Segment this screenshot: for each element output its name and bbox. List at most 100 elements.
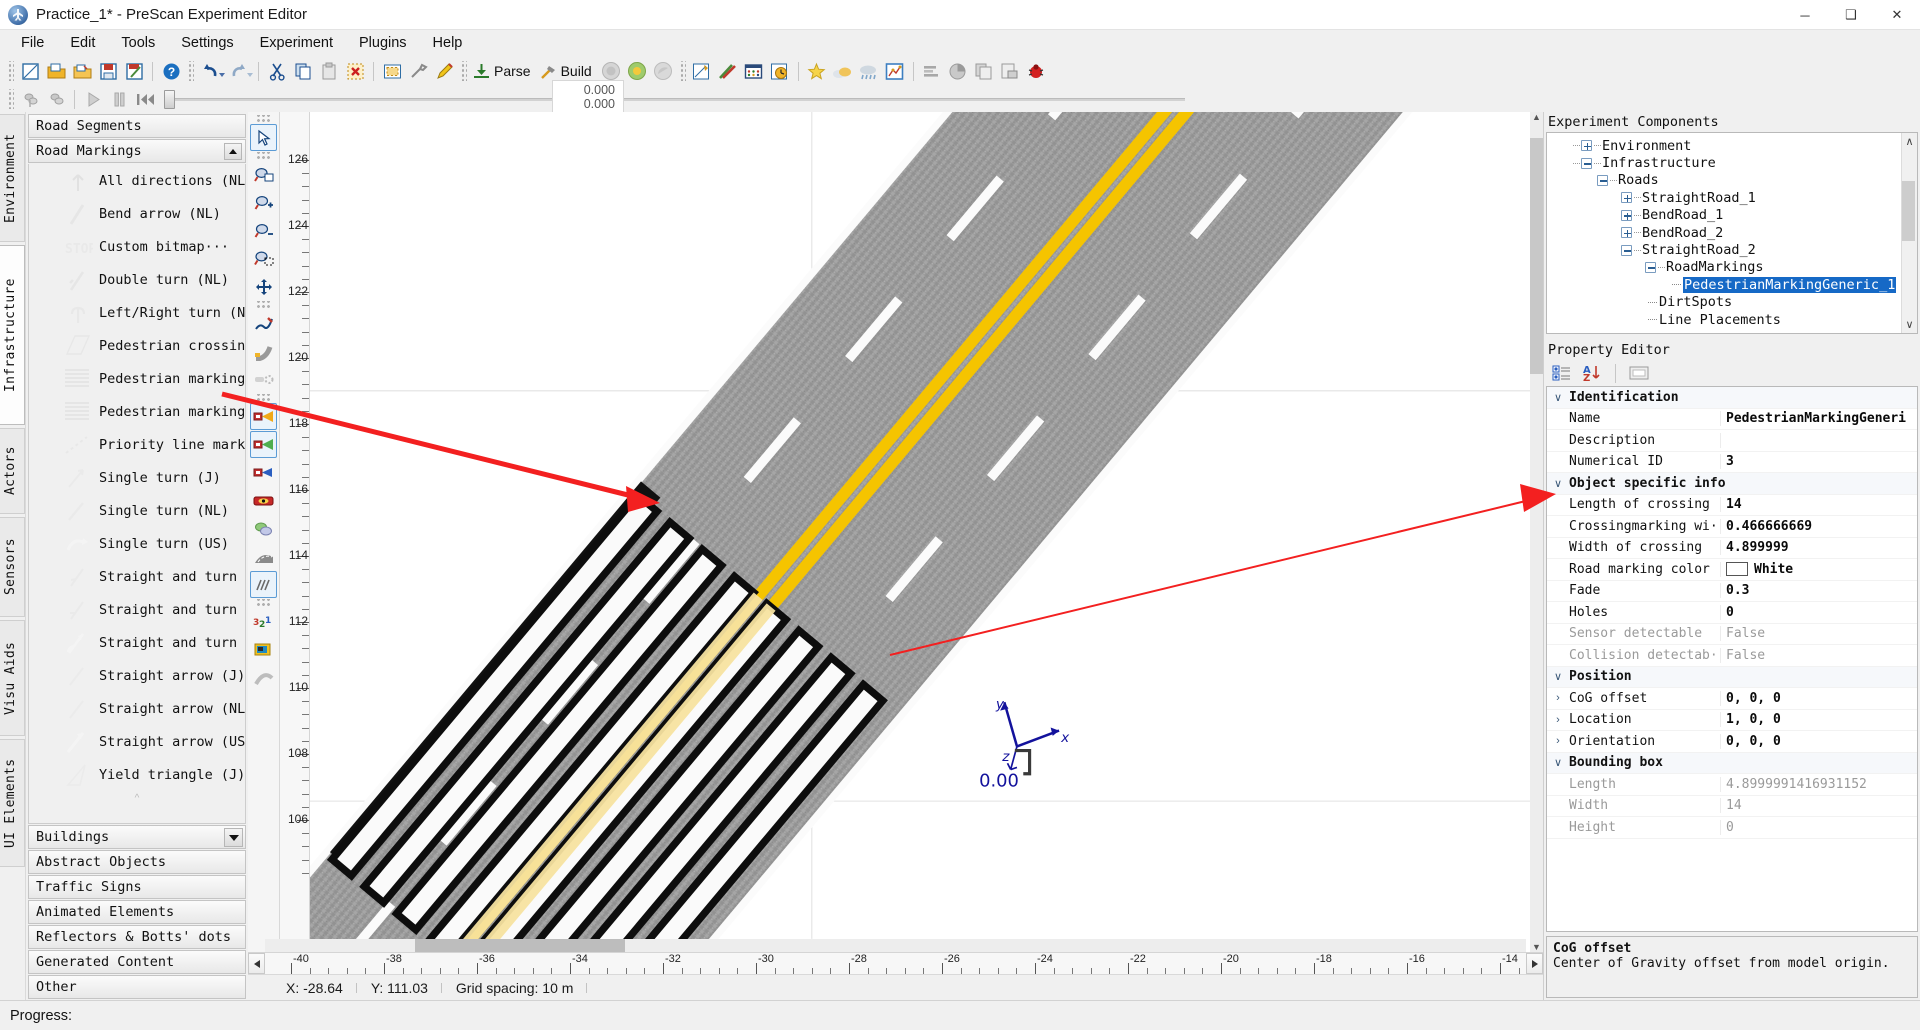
camera-sensor-icon[interactable]	[250, 403, 277, 430]
new-experiment-icon[interactable]	[17, 59, 43, 83]
experiment-components-tree[interactable]: Environment Infrastructure Roads Straigh…	[1546, 132, 1918, 334]
property-row-crossingmarking-width[interactable]: Crossingmarking wi· 0.466666669	[1547, 516, 1917, 538]
tree-node-line-placements[interactable]: Line Placements	[1547, 311, 1901, 328]
tree-node-roadmarkings[interactable]: RoadMarkings	[1547, 259, 1901, 276]
menu-plugins[interactable]: Plugins	[346, 32, 420, 54]
list-item[interactable]: STOPCustom bitmap···	[29, 230, 245, 263]
list-item[interactable]: Single turn (NL)	[29, 494, 245, 527]
cut-icon[interactable]	[264, 59, 290, 83]
property-row-holes[interactable]: Holes 0	[1547, 602, 1917, 624]
time-slider[interactable]	[164, 89, 1185, 109]
vehicle-icon[interactable]	[250, 487, 277, 514]
run-simulink-icon[interactable]	[624, 59, 650, 83]
table-icon[interactable]	[741, 59, 767, 83]
undo-icon[interactable]	[197, 59, 223, 83]
copy-icon[interactable]	[290, 59, 316, 83]
play-icon[interactable]	[80, 87, 106, 111]
curve-tool-icon[interactable]	[250, 664, 277, 691]
redo-icon[interactable]	[225, 59, 251, 83]
chevron-right-icon[interactable]: ›	[1547, 714, 1569, 726]
list-item[interactable]: Single turn (J)	[29, 461, 245, 494]
property-value[interactable]: 0.3	[1721, 583, 1917, 598]
debug-icon[interactable]	[1023, 59, 1049, 83]
experiment-canvas[interactable]: y x z 0.00 ▲ ▼	[310, 112, 1543, 952]
tree-scroll-thumb[interactable]	[1902, 181, 1915, 241]
chevron-down-icon[interactable]: ∨	[1547, 477, 1569, 490]
property-row-description[interactable]: Description	[1547, 430, 1917, 452]
plot-icon[interactable]	[882, 59, 908, 83]
property-value[interactable]: PedestrianMarkingGeneri	[1721, 411, 1917, 426]
edit-tools-icon[interactable]	[715, 59, 741, 83]
library-group-road-segments[interactable]: Road Segments	[28, 114, 246, 138]
layers-icon[interactable]	[250, 636, 277, 663]
property-group-object-specific-info[interactable]: ∨ Object specific info	[1547, 473, 1917, 495]
minimize-icon[interactable]: ─	[1782, 0, 1828, 30]
menu-file[interactable]: File	[8, 32, 57, 54]
list-item[interactable]: Single turn (US)	[29, 527, 245, 560]
open-folder-icon[interactable]	[69, 59, 95, 83]
tree-node-straightroad-2[interactable]: StraightRoad_2	[1547, 241, 1901, 258]
scroll-down-icon[interactable]: ▼	[1532, 942, 1541, 952]
delete-icon[interactable]	[342, 59, 368, 83]
rain-icon[interactable]	[856, 59, 882, 83]
property-row-length-of-crossing[interactable]: Length of crossing 14	[1547, 495, 1917, 516]
list-item[interactable]: Pedestrian crossing···	[29, 329, 245, 362]
cloud-icon[interactable]	[830, 59, 856, 83]
zoom-out-icon[interactable]	[250, 217, 277, 244]
library-category-reflectors-botts-dots[interactable]: Reflectors & Botts' dots	[28, 925, 246, 949]
zoom-window-icon[interactable]	[250, 161, 277, 188]
list-item[interactable]: Left/Right turn (NL)	[29, 296, 245, 329]
menu-settings[interactable]: Settings	[168, 32, 246, 54]
scroll-right-icon[interactable]	[1526, 953, 1543, 974]
property-row-orientation[interactable]: › Orientation 0, 0, 0	[1547, 731, 1917, 753]
vtab-visu-aids[interactable]: Visu Aids	[0, 620, 25, 736]
list-item[interactable]: Pedestrian markings···	[29, 362, 245, 395]
build-sim-icon[interactable]	[43, 87, 69, 111]
library-category-animated-elements[interactable]: Animated Elements	[28, 900, 246, 924]
color-swatch[interactable]	[1726, 562, 1748, 577]
vertical-ruler[interactable]: 126 124 122 120 118 116 114 112 110 108 106	[280, 112, 310, 952]
chevron-right-icon[interactable]: ›	[1547, 735, 1569, 747]
collapse-icon[interactable]	[1597, 174, 1608, 186]
tree-scroll-down-icon[interactable]: ∨	[1905, 318, 1913, 331]
list-item[interactable]: Priority line marker	[29, 428, 245, 461]
expand-icon[interactable]	[1621, 227, 1632, 239]
vtab-sensors[interactable]: Sensors	[0, 517, 25, 617]
property-row-fade[interactable]: Fade 0.3	[1547, 581, 1917, 602]
property-row-cog-offset[interactable]: › CoG offset 0, 0, 0	[1547, 688, 1917, 710]
expand-icon[interactable]	[1581, 140, 1592, 152]
zoom-region-icon[interactable]	[250, 245, 277, 272]
scroll-left-icon[interactable]	[248, 953, 265, 974]
scroll-up-hint-icon[interactable]: ^	[29, 791, 245, 805]
collapse-icon[interactable]	[1645, 261, 1656, 273]
run-disabled-icon[interactable]	[650, 59, 676, 83]
collapse-icon[interactable]	[1621, 244, 1632, 256]
vtab-ui-elements[interactable]: UI Elements	[0, 739, 25, 867]
alphabetical-sort-icon[interactable]: AZ	[1580, 362, 1604, 384]
property-row-road-marking-color[interactable]: Road marking color White	[1547, 559, 1917, 581]
toolbar-grip[interactable]	[7, 61, 14, 81]
menu-experiment[interactable]: Experiment	[247, 32, 346, 54]
pause-icon[interactable]	[106, 87, 132, 111]
property-group-bounding-box[interactable]: ∨ Bounding box	[1547, 752, 1917, 774]
curved-road-icon[interactable]	[250, 338, 277, 365]
open-experiment-icon[interactable]	[43, 59, 69, 83]
star-icon[interactable]	[804, 59, 830, 83]
menu-tools[interactable]: Tools	[108, 32, 168, 54]
maximize-icon[interactable]: ❑	[1828, 0, 1874, 30]
menu-help[interactable]: Help	[420, 32, 476, 54]
vtab-environment[interactable]: Environment	[0, 114, 25, 242]
road-settings-icon[interactable]	[250, 366, 277, 393]
build-all-icon[interactable]	[17, 87, 43, 111]
library-category-generated-content[interactable]: Generated Content	[28, 950, 246, 974]
horizontal-ruler[interactable]: -40 -38 -36 -34 -32 -30 -28 -26 -24 -22 -20 -18 -16 -…	[248, 939, 1543, 974]
property-value[interactable]: 0, 0, 0	[1721, 734, 1917, 749]
expand-icon[interactable]	[1621, 192, 1632, 204]
library-group-road-markings[interactable]: Road Markings	[28, 139, 246, 163]
toolbar-grip-2[interactable]	[187, 61, 194, 81]
tree-node-bendroad-2[interactable]: BendRoad_2	[1547, 224, 1901, 241]
collapse-icon[interactable]	[224, 143, 242, 160]
property-value[interactable]: 14	[1721, 497, 1917, 512]
list-item[interactable]: Straight arrow (NL)	[29, 692, 245, 725]
wrench-icon[interactable]	[405, 59, 431, 83]
